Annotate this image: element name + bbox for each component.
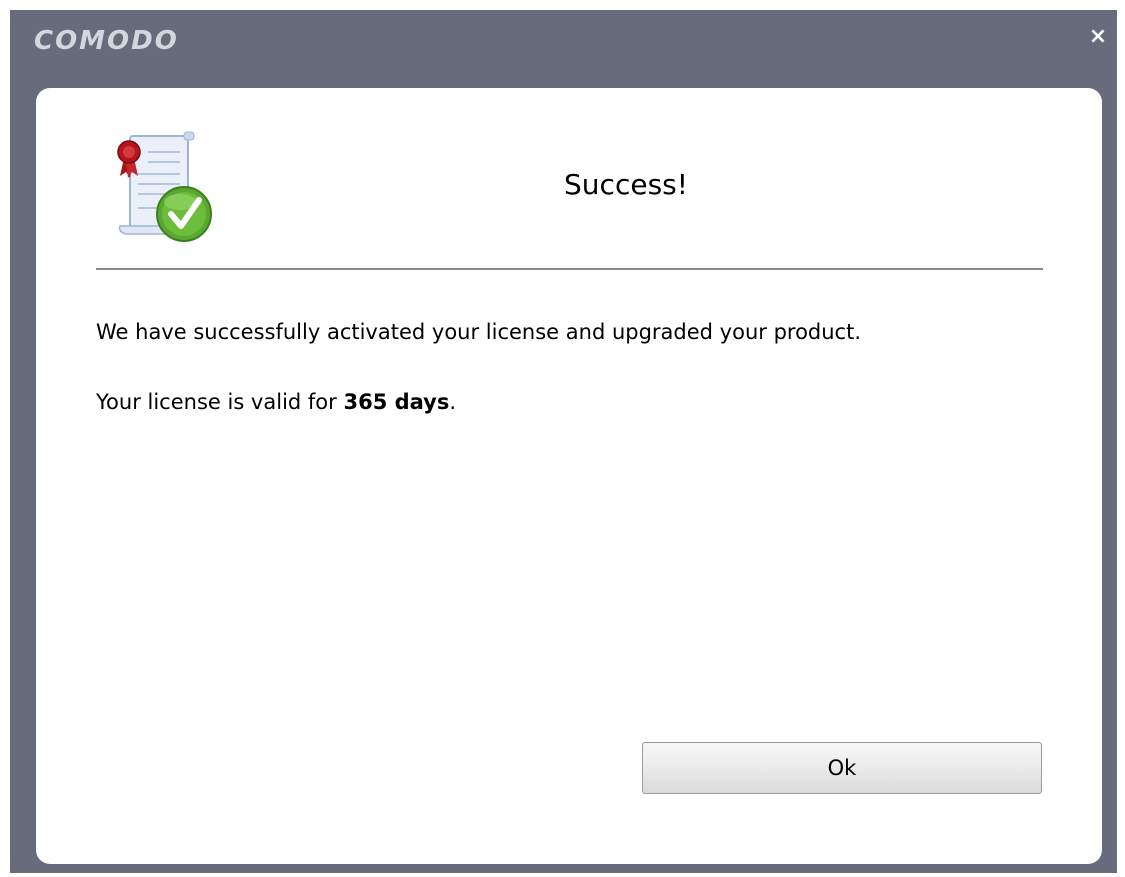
license-dialog-window: COMODO × Success! We have successfully a…: [10, 10, 1117, 873]
close-icon[interactable]: ×: [1087, 26, 1109, 48]
ok-button[interactable]: Ok: [642, 742, 1042, 794]
title-bar: COMODO ×: [10, 10, 1117, 70]
dialog-content-panel: Success! We have successfully activated …: [36, 88, 1102, 864]
header-divider: [96, 268, 1043, 270]
validity-prefix: Your license is valid for: [96, 390, 344, 414]
activation-message: We have successfully activated your lice…: [96, 320, 862, 344]
license-validity-message: Your license is valid for 365 days.: [96, 390, 456, 414]
validity-suffix: .: [449, 390, 457, 414]
certificate-check-icon: [108, 128, 218, 248]
dialog-heading: Success!: [564, 168, 688, 201]
validity-days: 365 days: [343, 390, 450, 414]
comodo-logo: COMODO: [34, 26, 179, 56]
